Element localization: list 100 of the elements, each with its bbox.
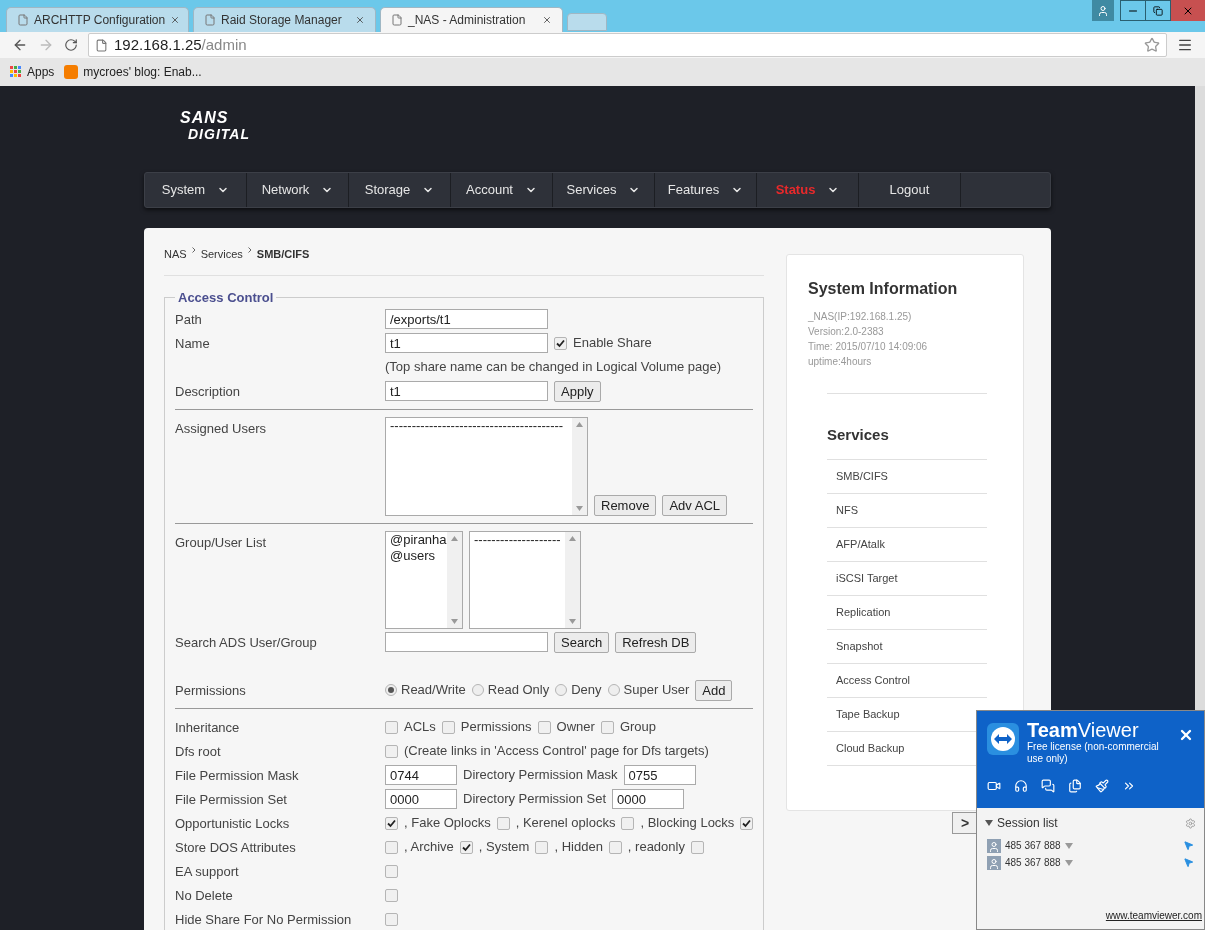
radio-button[interactable] <box>385 684 397 696</box>
close-icon[interactable] <box>542 15 552 25</box>
list-option[interactable]: ---------------------------------------- <box>390 418 572 434</box>
close-icon[interactable] <box>1178 727 1194 743</box>
files-icon[interactable] <box>1068 779 1082 793</box>
form-button[interactable]: Search <box>554 631 610 653</box>
breadcrumb-item[interactable]: SMB/CIFS <box>256 246 310 263</box>
text-field[interactable]: /exports/t1 <box>385 309 548 329</box>
scroll-down-icon[interactable] <box>451 619 458 624</box>
form-button[interactable]: Adv ACL <box>662 495 727 516</box>
service-link[interactable]: Replication <box>827 595 987 630</box>
nav-item[interactable]: Features <box>655 173 757 207</box>
nav-item[interactable]: Account <box>451 173 553 207</box>
minimize-button[interactable] <box>1120 0 1146 21</box>
nav-item[interactable]: Logout <box>859 173 961 207</box>
checkbox[interactable] <box>441 720 455 734</box>
address-field[interactable]: 192.168.1.25/admin <box>88 33 1167 57</box>
checkbox[interactable] <box>385 840 398 854</box>
service-link[interactable]: NFS <box>827 493 987 528</box>
form-button[interactable]: Refresh DB <box>615 631 697 653</box>
cursor-icon[interactable] <box>1183 857 1194 868</box>
checkbox[interactable] <box>535 840 549 854</box>
checkbox[interactable] <box>385 912 398 926</box>
text-field[interactable]: 0744 <box>385 765 457 785</box>
new-tab-button[interactable] <box>567 13 607 31</box>
breadcrumb-item[interactable]: Services <box>200 246 243 263</box>
list-option[interactable]: -------------------- <box>474 532 565 548</box>
checkbox[interactable] <box>621 816 635 830</box>
expand-tab[interactable]: > <box>952 812 977 834</box>
radio-button[interactable] <box>607 684 620 696</box>
close-icon[interactable] <box>355 15 365 25</box>
service-link[interactable]: SMB/CIFS <box>827 459 987 494</box>
bookmark[interactable]: mycroes' blog: Enab... <box>64 63 202 81</box>
scrollbar[interactable] <box>565 532 580 628</box>
checkbox[interactable] <box>740 816 754 830</box>
checkbox[interactable] <box>690 840 704 854</box>
nav-item[interactable]: System <box>145 173 247 207</box>
checkbox[interactable] <box>385 744 398 758</box>
scrollbar[interactable] <box>572 418 587 515</box>
forward-icon[interactable] <box>38 37 54 53</box>
form-button[interactable]: Apply <box>554 380 601 402</box>
scroll-down-icon[interactable] <box>569 619 576 624</box>
headset-icon[interactable] <box>1014 779 1028 793</box>
bookmark[interactable]: Apps <box>10 63 55 81</box>
cursor-icon[interactable] <box>1183 840 1194 851</box>
checkbox[interactable] <box>608 840 622 854</box>
browser-tab[interactable]: Raid Storage Manager <box>193 7 376 32</box>
scroll-down-icon[interactable] <box>576 506 583 511</box>
star-icon[interactable] <box>1144 37 1160 53</box>
nav-item[interactable]: Services <box>553 173 655 207</box>
form-button[interactable]: Remove <box>594 495 657 516</box>
scroll-up-icon[interactable] <box>451 536 458 541</box>
text-field[interactable]: 0000 <box>612 789 685 809</box>
maximize-button[interactable] <box>1146 0 1171 21</box>
browser-tab[interactable]: _NAS - Administration <box>380 7 563 32</box>
list-box[interactable]: @piranha @users <box>385 531 463 629</box>
dropdown-icon[interactable] <box>1064 842 1073 849</box>
breadcrumb-item[interactable]: NAS <box>164 246 187 263</box>
scroll-up-icon[interactable] <box>569 536 576 541</box>
checkbox[interactable] <box>459 840 473 854</box>
checkbox[interactable] <box>385 864 398 878</box>
checkbox[interactable] <box>496 816 510 830</box>
checkbox[interactable] <box>385 816 398 830</box>
session-id[interactable]: 485 367 888 <box>1005 855 1061 870</box>
video-icon[interactable] <box>987 779 1001 793</box>
list-box[interactable]: -------------------- <box>469 531 581 629</box>
text-field[interactable]: 0755 <box>623 765 696 785</box>
scroll-up-icon[interactable] <box>576 422 583 427</box>
profile-button[interactable] <box>1092 0 1114 21</box>
website-link[interactable]: www.teamviewer.com <box>1105 908 1204 929</box>
menu-icon[interactable] <box>1177 37 1193 53</box>
brush-icon[interactable] <box>1095 779 1109 793</box>
service-link[interactable]: iSCSI Target <box>827 561 987 596</box>
list-box[interactable]: ---------------------------------------- <box>385 417 588 516</box>
service-link[interactable]: Access Control <box>827 663 987 698</box>
session-id[interactable]: 485 367 888 <box>1005 838 1061 853</box>
reload-icon[interactable] <box>64 38 78 52</box>
close-icon[interactable] <box>170 15 181 25</box>
back-icon[interactable] <box>12 37 28 53</box>
checkbox[interactable] <box>537 720 551 734</box>
more-icon[interactable] <box>1122 779 1136 793</box>
checkbox[interactable] <box>600 720 614 734</box>
checkbox[interactable] <box>385 720 398 734</box>
service-link[interactable]: Snapshot <box>827 629 987 664</box>
scrollbar[interactable] <box>447 532 462 628</box>
text-field[interactable]: t1 <box>385 333 548 353</box>
nav-item[interactable]: Storage <box>349 173 451 207</box>
text-field[interactable]: t1 <box>385 381 548 401</box>
list-option[interactable]: @users <box>390 548 447 564</box>
nav-item[interactable]: Network <box>247 173 349 207</box>
form-button[interactable]: Add <box>695 679 733 701</box>
radio-button[interactable] <box>471 684 484 696</box>
dropdown-icon[interactable] <box>1064 859 1073 866</box>
radio-button[interactable] <box>555 684 568 696</box>
checkbox[interactable] <box>554 336 567 350</box>
list-option[interactable]: @piranha <box>390 532 447 548</box>
text-field[interactable]: 0000 <box>385 789 457 809</box>
settings-icon[interactable] <box>1185 817 1196 829</box>
chat-icon[interactable] <box>1041 779 1055 793</box>
browser-tab[interactable]: ARCHTTP Configuration <box>6 7 189 32</box>
